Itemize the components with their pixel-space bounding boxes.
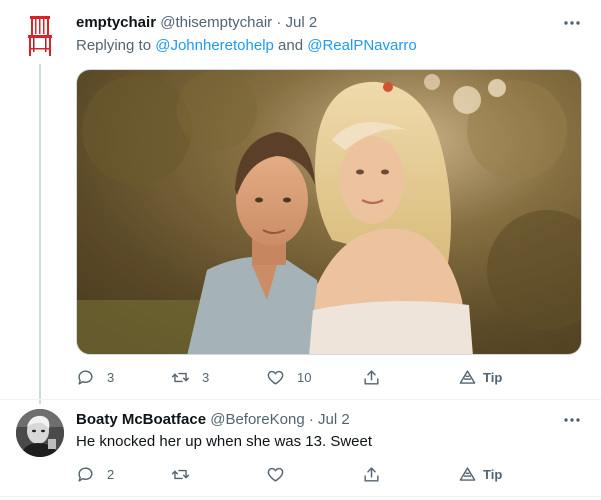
retweet-button[interactable] bbox=[171, 464, 190, 484]
retweet-button[interactable]: 3 bbox=[171, 367, 209, 387]
tip-button[interactable]: Tip bbox=[458, 367, 502, 387]
bottom-divider bbox=[0, 496, 601, 497]
tip-label: Tip bbox=[483, 466, 503, 482]
retweet-icon bbox=[171, 372, 190, 382]
tip-button[interactable]: Tip bbox=[458, 464, 502, 484]
reply-icon bbox=[78, 466, 93, 482]
share-icon bbox=[364, 369, 379, 385]
more-options-button[interactable] bbox=[563, 411, 581, 429]
tweet-date[interactable]: Jul 2 bbox=[318, 411, 350, 428]
more-dots-icon bbox=[564, 418, 580, 422]
heart-icon bbox=[267, 370, 284, 385]
chair-icon bbox=[28, 16, 52, 56]
display-name[interactable]: Boaty McBoatface bbox=[76, 411, 206, 428]
heart-icon bbox=[267, 467, 284, 482]
retweet-count: 3 bbox=[202, 369, 210, 385]
reply-button[interactable]: 2 bbox=[76, 464, 114, 484]
display-name[interactable]: emptychair bbox=[76, 14, 156, 31]
avatar-boaty[interactable] bbox=[16, 409, 64, 457]
tip-icon bbox=[459, 369, 476, 384]
like-button[interactable]: 10 bbox=[266, 367, 311, 387]
tip-label: Tip bbox=[483, 369, 503, 385]
share-button[interactable] bbox=[362, 367, 381, 387]
photo-of-couple bbox=[77, 70, 581, 354]
thread-line bbox=[39, 64, 41, 404]
avatar-emptychair[interactable] bbox=[16, 12, 64, 60]
mention-johnheretohelp[interactable]: @Johnheretohelp bbox=[155, 37, 274, 54]
tweet-emptychair[interactable]: emptychair @thisemptychair · Jul 2 Reply… bbox=[0, 0, 601, 404]
mention-realpnavarro[interactable]: @RealPNavarro bbox=[307, 37, 416, 54]
tweet-header: emptychair @thisemptychair · Jul 2 bbox=[76, 14, 317, 31]
tip-icon bbox=[459, 466, 476, 481]
man-portrait-icon bbox=[16, 409, 64, 457]
separator: · bbox=[308, 411, 314, 428]
retweet-icon bbox=[171, 469, 190, 479]
replying-to: Replying to @Johnheretohelp and @RealPNa… bbox=[76, 37, 417, 54]
more-options-button[interactable] bbox=[563, 14, 581, 32]
tweet-header: Boaty McBoatface @BeforeKong · Jul 2 bbox=[76, 411, 350, 428]
more-dots-icon bbox=[564, 21, 580, 25]
share-icon bbox=[364, 466, 379, 482]
handle[interactable]: @BeforeKong bbox=[210, 411, 304, 428]
separator: · bbox=[276, 14, 282, 31]
reply-count: 2 bbox=[107, 466, 115, 482]
reply-icon bbox=[78, 369, 93, 385]
and-word: and bbox=[278, 37, 304, 54]
tweet-actions: 3 3 10 Tip bbox=[76, 367, 586, 387]
reply-count: 3 bbox=[107, 369, 115, 385]
tweet-photo[interactable] bbox=[76, 69, 582, 355]
like-button[interactable] bbox=[266, 464, 285, 484]
tweet-boaty[interactable]: Boaty McBoatface @BeforeKong · Jul 2 He … bbox=[0, 400, 601, 500]
tweet-text: He knocked her up when she was 13. Sweet bbox=[76, 433, 373, 450]
replying-prefix: Replying to bbox=[76, 37, 152, 54]
handle[interactable]: @thisemptychair bbox=[160, 14, 272, 31]
like-count: 10 bbox=[297, 369, 312, 385]
tweet-actions: 2 Tip bbox=[76, 464, 586, 484]
reply-button[interactable]: 3 bbox=[76, 367, 114, 387]
tweet-date[interactable]: Jul 2 bbox=[286, 14, 318, 31]
share-button[interactable] bbox=[362, 464, 381, 484]
